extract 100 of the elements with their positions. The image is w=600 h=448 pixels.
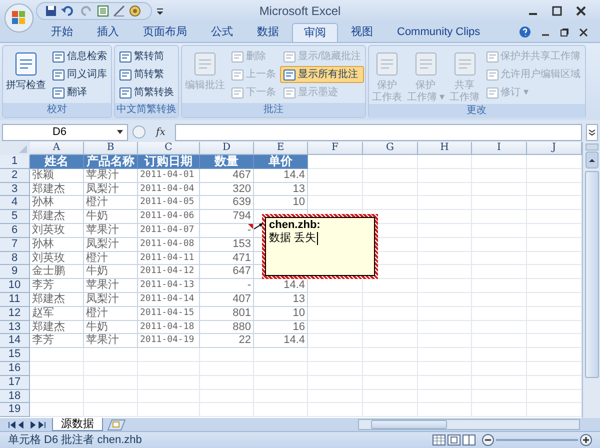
row-header[interactable]: 6: [0, 224, 30, 238]
row-header[interactable]: 19: [0, 403, 30, 418]
empty-cell: [472, 362, 527, 376]
column-header[interactable]: I: [472, 142, 527, 155]
table-cell: 凤梨汁: [84, 182, 138, 196]
row-header[interactable]: 1: [0, 155, 30, 169]
zoom-out-icon[interactable]: [482, 434, 494, 446]
empty-cell: [472, 279, 527, 293]
name-box[interactable]: D6: [2, 124, 128, 140]
row-header[interactable]: 15: [0, 348, 30, 362]
ribbon-button[interactable]: 繁转简: [116, 48, 177, 65]
document-icon: [374, 50, 400, 78]
save-icon[interactable]: [45, 5, 57, 17]
empty-cell: [418, 348, 472, 362]
expand-icon[interactable]: [586, 124, 598, 140]
row-header[interactable]: 14: [0, 334, 30, 348]
formula-input[interactable]: [175, 124, 582, 140]
column-header[interactable]: H: [418, 142, 472, 155]
column-header[interactable]: J: [527, 142, 582, 155]
ribbon-button[interactable]: 信息检索: [49, 48, 110, 65]
document-icon: [452, 50, 478, 78]
ribbon-button[interactable]: 显示所有批注: [280, 66, 364, 83]
row-header[interactable]: 8: [0, 252, 30, 266]
zoom-in-icon[interactable]: [580, 434, 592, 446]
row-header[interactable]: 11: [0, 292, 30, 307]
row-header[interactable]: 5: [0, 210, 30, 224]
undo-icon[interactable]: [61, 5, 75, 17]
ribbon-button[interactable]: 翻译: [49, 84, 110, 101]
ribbon-tab[interactable]: 视图: [340, 23, 384, 42]
empty-cell: [472, 182, 527, 196]
empty-cell: [418, 265, 472, 280]
row-header[interactable]: 10: [0, 279, 30, 293]
row-header[interactable]: 2: [0, 168, 30, 183]
row-header[interactable]: 3: [0, 182, 30, 196]
column-header[interactable]: C: [138, 142, 200, 155]
customize-icon[interactable]: [156, 7, 164, 15]
row-header[interactable]: 17: [0, 376, 30, 390]
function-button[interactable]: fx: [156, 124, 166, 140]
horizontal-scrollbar[interactable]: [358, 419, 580, 430]
ribbon-tab[interactable]: Community Clips: [386, 23, 492, 42]
header-cell: 数量: [200, 155, 254, 169]
table-cell: 孙林: [30, 196, 84, 210]
pencil-icon[interactable]: [113, 5, 125, 17]
page-break-icon[interactable]: [462, 434, 476, 446]
ribbon-tab[interactable]: 插入: [86, 23, 130, 42]
column-header[interactable]: G: [363, 142, 418, 155]
empty-cell: [418, 306, 472, 321]
help-icon[interactable]: [519, 26, 531, 38]
sheet-icon[interactable]: [97, 5, 109, 17]
column-header[interactable]: B: [84, 142, 138, 155]
comment-indicator-icon: [248, 224, 253, 229]
row-header[interactable]: 13: [0, 320, 30, 334]
column-header[interactable]: E: [254, 142, 308, 155]
empty-cell: [472, 292, 527, 307]
sheet-tab[interactable]: 源数据: [52, 418, 103, 431]
empty-cell: [363, 403, 418, 418]
scroll-thumb[interactable]: [371, 420, 447, 429]
table-cell: 2011-04-18: [138, 320, 200, 334]
normal-view-icon[interactable]: [432, 434, 446, 446]
row-header[interactable]: 7: [0, 238, 30, 252]
ribbon-tab[interactable]: 页面布局: [132, 23, 198, 42]
dropdown-arrow-icon[interactable]: [116, 128, 124, 136]
column-header[interactable]: A: [30, 142, 84, 155]
ribbon-button[interactable]: 同义词库: [49, 66, 110, 83]
document-icon: [231, 50, 244, 62]
document-icon: [52, 68, 65, 80]
empty-cell: [84, 403, 138, 418]
ribbon-tab[interactable]: 审阅: [292, 23, 338, 42]
restore-icon[interactable]: [560, 28, 569, 36]
page-layout-icon[interactable]: [447, 434, 461, 446]
empty-cell: [84, 348, 138, 362]
close-icon[interactable]: [576, 6, 586, 16]
empty-cell: [363, 334, 418, 348]
table-cell: 孙林: [30, 238, 84, 252]
scroll-up-icon[interactable]: [584, 143, 598, 169]
empty-cell: [418, 155, 472, 169]
ribbon-button[interactable]: 简转繁: [116, 66, 177, 83]
ribbon-button[interactable]: 简繁转换: [116, 84, 177, 101]
row-header[interactable]: 16: [0, 362, 30, 376]
empty-cell: [254, 376, 308, 390]
row-header[interactable]: 9: [0, 265, 30, 280]
empty-cell: [138, 390, 200, 404]
ribbon-tab[interactable]: 公式: [200, 23, 244, 42]
document-icon: [119, 68, 132, 80]
row-header[interactable]: 4: [0, 196, 30, 210]
ribbon-tab[interactable]: 数据: [246, 23, 290, 42]
close-icon[interactable]: [579, 28, 588, 36]
column-header[interactable]: D: [200, 142, 254, 155]
gear-icon[interactable]: [129, 5, 143, 17]
vertical-scrollbar[interactable]: [582, 142, 600, 418]
maximize-icon[interactable]: [552, 6, 562, 16]
row-header[interactable]: 18: [0, 390, 30, 404]
column-header[interactable]: F: [308, 142, 363, 155]
empty-cell: [472, 320, 527, 334]
row-header[interactable]: 12: [0, 306, 30, 321]
table-cell: 郑建杰: [30, 182, 84, 196]
ribbon-button[interactable]: 拼写检查: [4, 48, 48, 103]
scroll-thumb[interactable]: [584, 171, 598, 378]
ribbon-tab[interactable]: 开始: [40, 23, 84, 42]
table-cell: 苹果汁: [84, 334, 138, 348]
